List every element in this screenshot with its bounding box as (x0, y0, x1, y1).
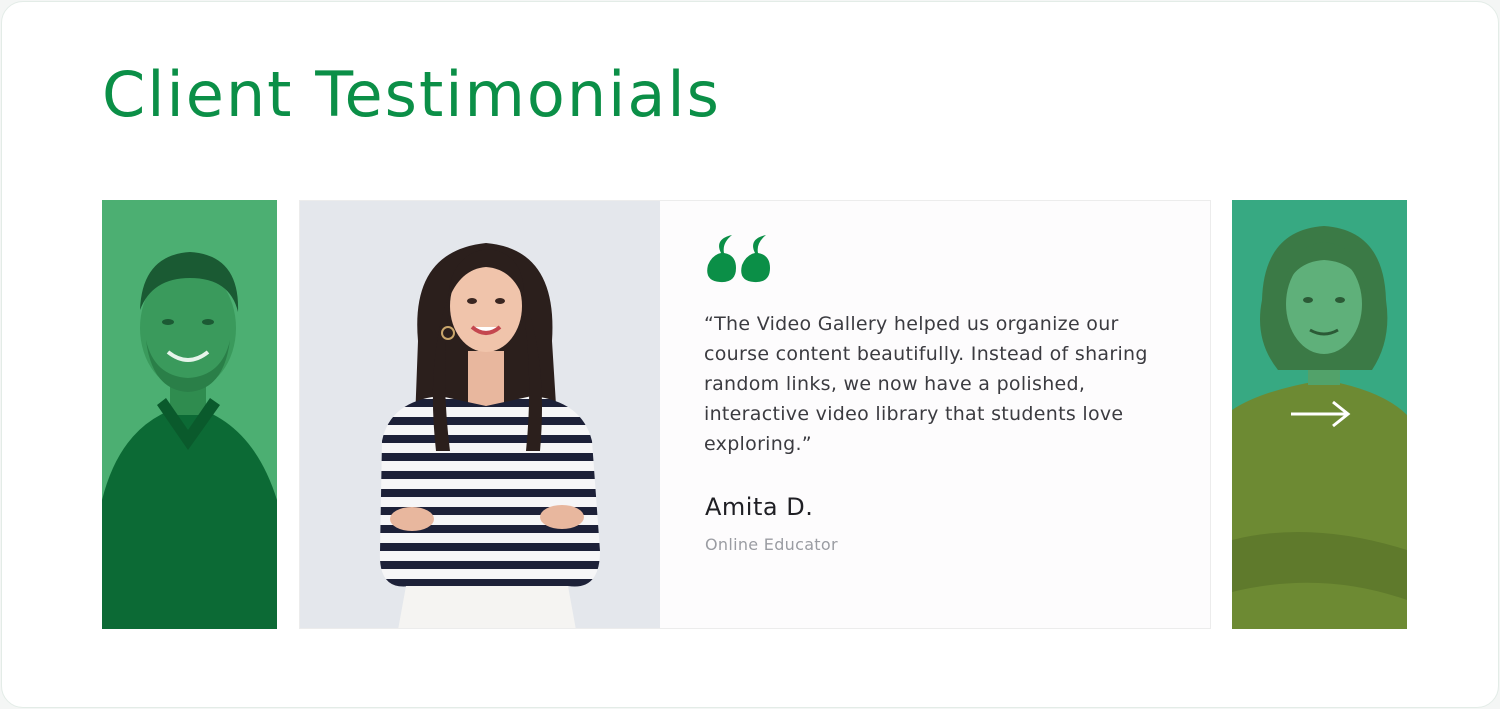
client-photo (300, 201, 660, 628)
quote-icon (707, 235, 770, 283)
client-photo-illustration (300, 201, 660, 628)
arrow-right-icon[interactable] (1289, 400, 1351, 428)
testimonials-section: Client Testimonials “The Video Gallery h… (1, 1, 1499, 708)
testimonial-quote: “The Video Gallery helped us organize ou… (704, 313, 1148, 455)
section-title: Client Testimonials (102, 58, 721, 131)
previous-client-photo (102, 200, 277, 629)
client-name: Amita D. (705, 493, 814, 521)
previous-testimonial-card[interactable] (102, 200, 277, 629)
testimonial-card: “The Video Gallery helped us organize ou… (299, 200, 1211, 629)
client-role: Online Educator (705, 535, 838, 554)
